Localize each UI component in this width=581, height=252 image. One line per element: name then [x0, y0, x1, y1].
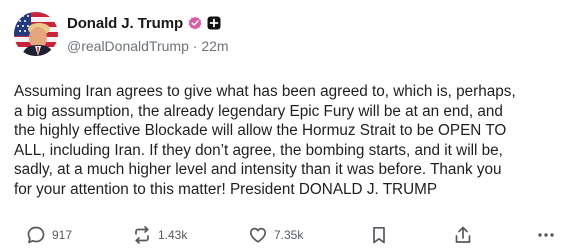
repost-count: 1.43k — [158, 228, 188, 242]
avatar[interactable] — [14, 12, 58, 56]
share-button[interactable] — [453, 222, 473, 248]
meta-separator: · — [192, 38, 198, 54]
post-card: Donald J. Trump @realDonaldTrump · 22m A… — [0, 0, 581, 252]
reply-count: 917 — [52, 228, 73, 242]
more-options-button[interactable] — [536, 222, 556, 248]
like-button[interactable]: 7.35k — [248, 222, 303, 248]
display-name[interactable]: Donald J. Trump — [67, 15, 183, 32]
bookmark-icon — [369, 225, 389, 245]
verified-badge-icon — [188, 16, 202, 30]
like-count: 7.35k — [274, 228, 304, 242]
reply-icon — [26, 225, 46, 245]
repost-icon — [132, 225, 152, 245]
author-name-row: Donald J. Trump — [67, 14, 221, 32]
action-bar: 917 1.43k 7.35k — [0, 222, 581, 248]
author-handle[interactable]: @realDonaldTrump — [67, 38, 189, 54]
author-meta-row: @realDonaldTrump · 22m — [67, 38, 229, 54]
bookmark-button[interactable] — [369, 222, 389, 248]
post-text: Assuming Iran agrees to give what has be… — [14, 83, 516, 198]
share-icon — [453, 225, 473, 245]
more-icon — [536, 225, 556, 245]
repost-button[interactable]: 1.43k — [132, 222, 187, 248]
reply-button[interactable]: 917 — [26, 222, 72, 248]
post-timestamp[interactable]: 22m — [201, 38, 228, 54]
plus-icon[interactable] — [207, 16, 221, 30]
heart-icon — [248, 225, 268, 245]
